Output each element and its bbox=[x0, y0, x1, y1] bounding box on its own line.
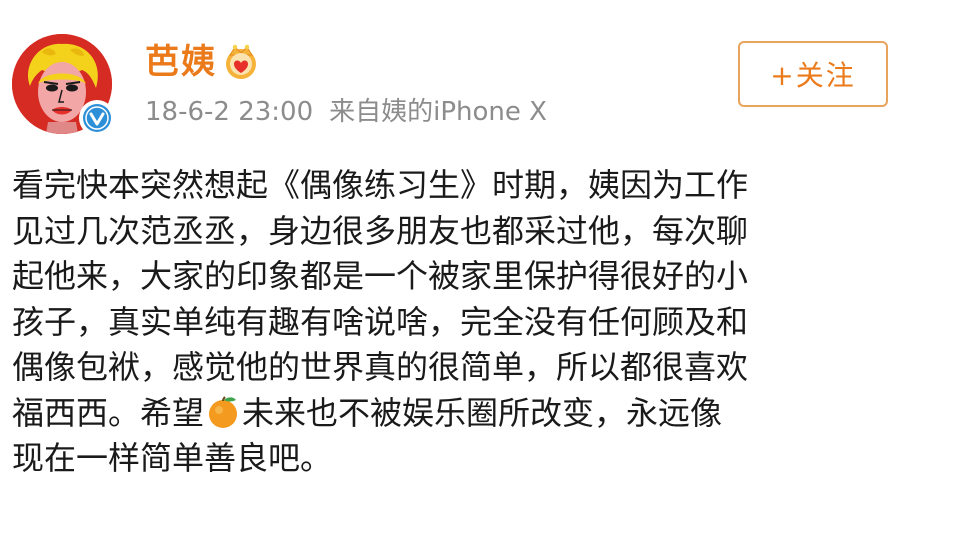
post-text: 未来也不被娱乐圈所改变，永远像 bbox=[242, 393, 723, 432]
username[interactable]: 芭姨 bbox=[145, 40, 217, 84]
post-line: 福西西。希望 未来也不被娱乐圈所改变，永远像 bbox=[12, 391, 952, 437]
post-meta: 18-6-2 23:00 来自姨的iPhone X bbox=[145, 95, 547, 129]
post-content: 看完快本突然想起《偶像练习生》时期，姨因为工作 见过几次范丞丞，身边很多朋友也都… bbox=[12, 163, 952, 482]
follow-button[interactable]: +关注 bbox=[738, 41, 888, 107]
orange-emoji-icon bbox=[206, 395, 240, 429]
post-line: 见过几次范丞丞，身边很多朋友也都采过他，每次聊 bbox=[12, 211, 749, 250]
post-source: 来自姨的iPhone X bbox=[329, 97, 547, 127]
verified-v-icon bbox=[79, 100, 115, 136]
post-line: 现在一样简单善良吧。 bbox=[12, 439, 333, 477]
post-line: 看完快本突然想起《偶像练习生》时期，姨因为工作 bbox=[12, 166, 749, 204]
avatar[interactable] bbox=[12, 34, 115, 136]
crown-badge-icon bbox=[222, 43, 260, 81]
timestamp: 18-6-2 23:00 bbox=[145, 97, 314, 127]
post-text: 福西西。希望 bbox=[12, 393, 205, 432]
post-line: 偶像包袱，感觉他的世界真的很简单，所以都很喜欢 bbox=[12, 348, 749, 386]
post-line: 孩子，真实单纯有趣有啥说啥，完全没有任何顾及和 bbox=[12, 302, 749, 341]
weibo-post-card: 芭姨 18-6-2 23:00 来自姨的iPhone X +关注 看完快本突然想起… bbox=[0, 0, 960, 537]
post-line: 起他来，大家的印象都是一个被家里保护得很好的小 bbox=[12, 257, 749, 295]
